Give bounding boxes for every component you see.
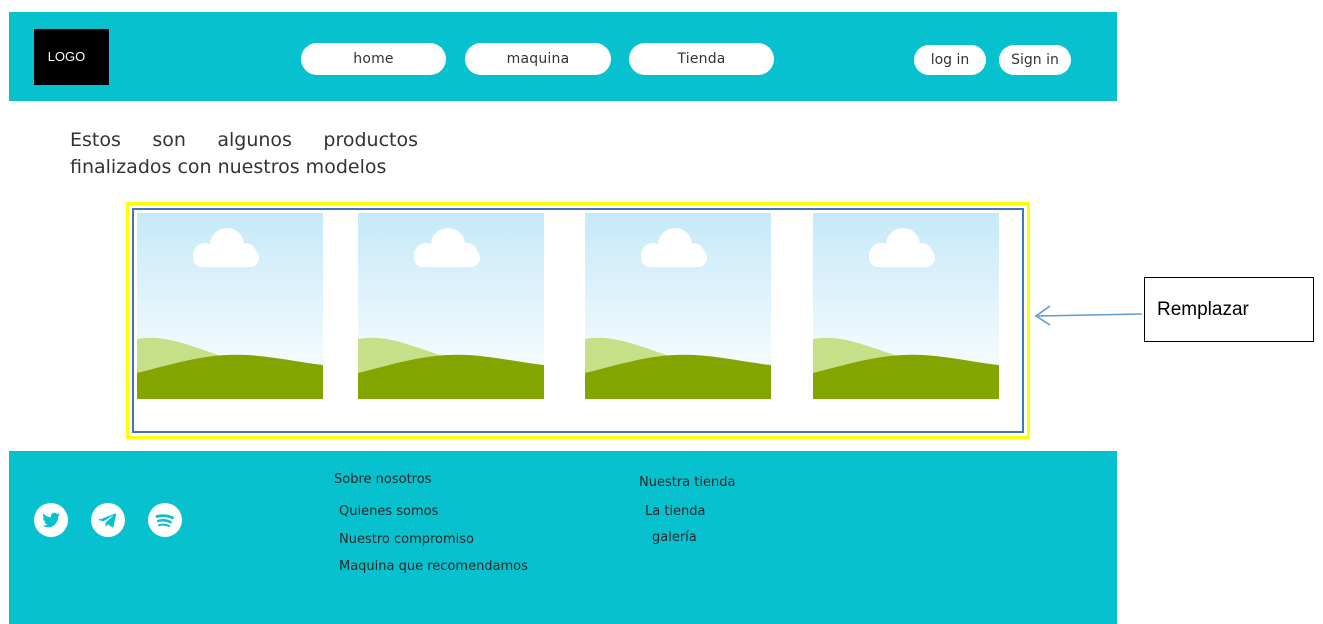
header: LOGO home maquina Tienda log in Sign in (9, 12, 1117, 101)
gallery-image-1[interactable] (137, 213, 323, 399)
twitter-icon[interactable] (34, 503, 68, 537)
gallery-image-3[interactable] (585, 213, 771, 399)
annotation-box: Remplazar (1144, 277, 1314, 342)
login-button[interactable]: log in (914, 45, 986, 75)
telegram-icon[interactable] (91, 503, 125, 537)
intro-line-2: finalizados con nuestros modelos (70, 156, 387, 178)
logo[interactable]: LOGO (34, 29, 109, 85)
nav-maquina-button[interactable]: maquina (465, 43, 611, 75)
footer-link-maquina[interactable]: Maquina que recomendamos (339, 559, 528, 574)
intro-line-1: Estos son algunos productos (70, 129, 418, 151)
annotation-arrow-icon (1034, 305, 1143, 326)
footer: Sobre nosotros Quienes somos Nuestro com… (9, 451, 1117, 624)
nav-home-button[interactable]: home (301, 43, 446, 75)
annotation-label: Remplazar (1157, 298, 1249, 320)
footer-col1-title: Sobre nosotros (334, 472, 432, 487)
footer-link-tienda[interactable]: La tienda (645, 504, 706, 519)
spotify-icon[interactable] (148, 503, 182, 537)
footer-link-quienes[interactable]: Quienes somos (339, 504, 438, 519)
footer-col2-title: Nuestra tienda (639, 475, 736, 490)
footer-link-compromiso[interactable]: Nuestro compromiso (339, 532, 474, 547)
intro-text: Estos son algunos productos finalizados … (70, 127, 418, 181)
gallery-image-2[interactable] (358, 213, 544, 399)
signin-button[interactable]: Sign in (999, 45, 1071, 75)
nav-tienda-button[interactable]: Tienda (629, 43, 774, 75)
gallery-image-4[interactable] (813, 213, 999, 399)
footer-link-galeria[interactable]: galería (652, 530, 697, 545)
